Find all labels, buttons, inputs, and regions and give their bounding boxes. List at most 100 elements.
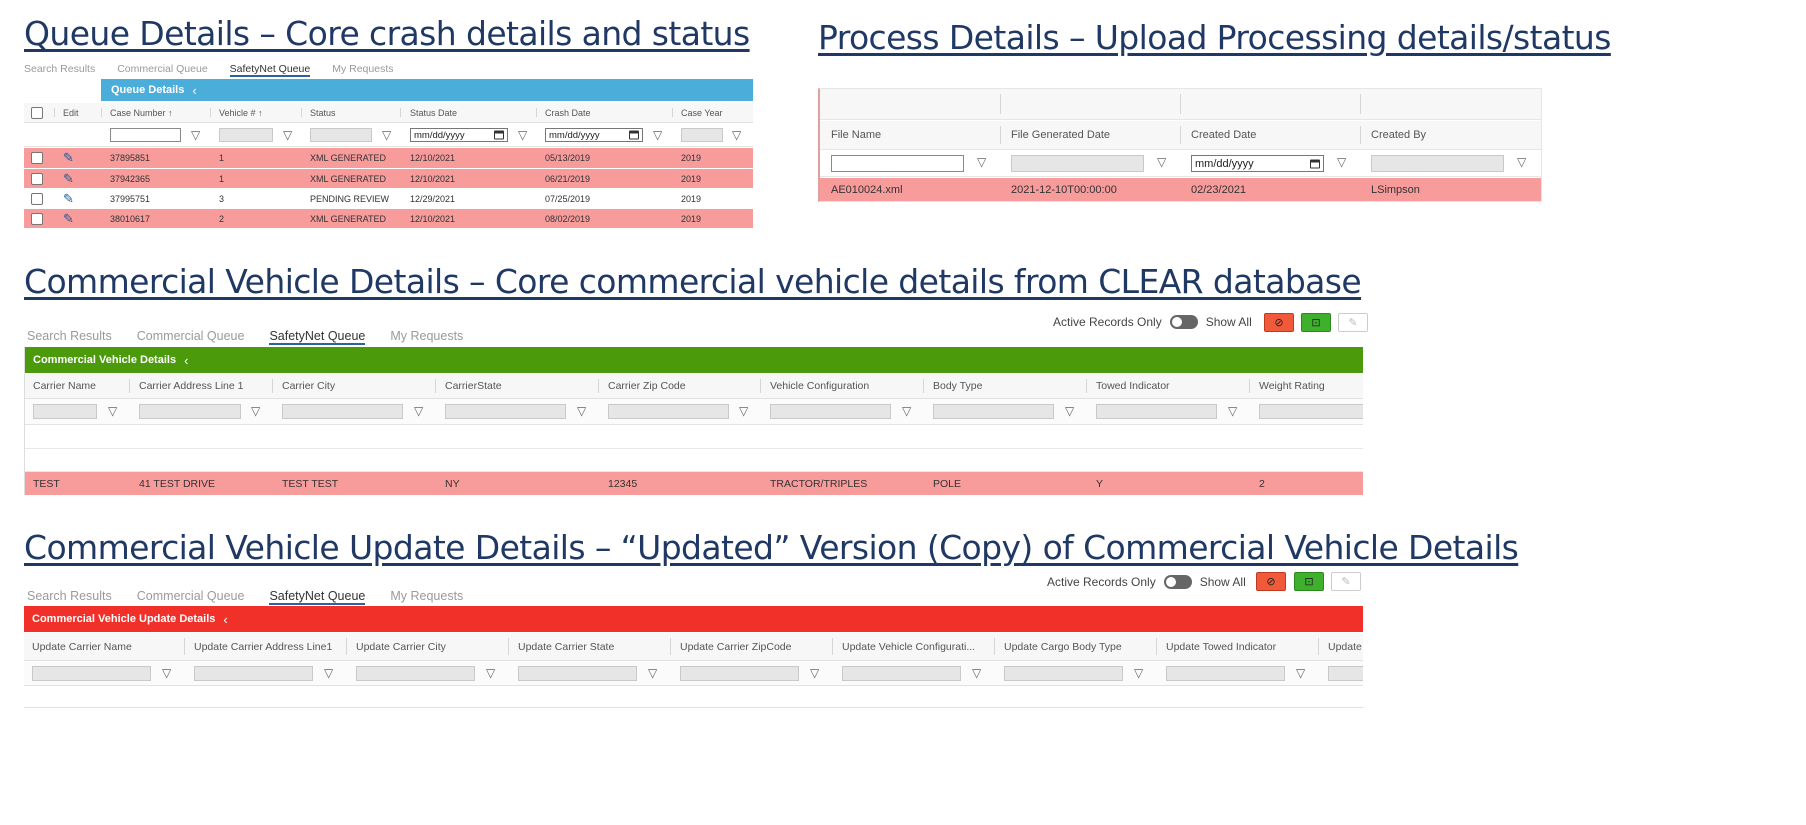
filter-funnel-icon[interactable]: ▽ <box>518 128 527 142</box>
filter-funnel-icon[interactable]: ▽ <box>324 666 333 680</box>
column-header-carrier-city[interactable]: Carrier City <box>282 374 335 398</box>
vehicle-filter-input[interactable] <box>219 128 273 142</box>
chevron-left-icon[interactable]: ‹ <box>184 353 188 368</box>
column-header-update-carrier-city[interactable]: Update Carrier City <box>356 633 446 660</box>
edit-button[interactable]: ✎ <box>1331 572 1361 591</box>
column-header-file-generated-date[interactable]: File Generated Date <box>1011 121 1110 149</box>
row-checkbox[interactable] <box>31 173 43 185</box>
column-header-carrier-name[interactable]: Carrier Name <box>33 374 96 398</box>
tab-commercial-queue[interactable]: Commercial Queue <box>117 63 207 77</box>
column-header-update-towed-indicator[interactable]: Update Towed Indicator <box>1166 633 1276 660</box>
column-header-update-carrier-zip[interactable]: Update Carrier ZipCode <box>680 633 791 660</box>
filter-funnel-icon[interactable]: ▽ <box>1134 666 1143 680</box>
update-towed-indicator-filter-input[interactable] <box>1166 666 1285 681</box>
row-checkbox[interactable] <box>31 213 43 225</box>
file-name-filter-input[interactable] <box>831 155 964 172</box>
filter-funnel-icon[interactable]: ▽ <box>810 666 819 680</box>
calendar-icon[interactable] <box>494 130 504 140</box>
column-header-carrier-address[interactable]: Carrier Address Line 1 <box>139 374 243 398</box>
chevron-left-icon[interactable]: ‹ <box>192 83 196 98</box>
filter-funnel-icon[interactable]: ▽ <box>1337 155 1346 169</box>
update-carrier-state-filter-input[interactable] <box>518 666 637 681</box>
column-header-created-by[interactable]: Created By <box>1371 121 1426 149</box>
case-number-filter-input[interactable] <box>110 128 181 142</box>
filter-funnel-icon[interactable]: ▽ <box>251 404 260 418</box>
column-header-update-carrier-name[interactable]: Update Carrier Name <box>32 633 132 660</box>
tab-search-results[interactable]: Search Results <box>24 63 95 77</box>
filter-funnel-icon[interactable]: ▽ <box>1157 155 1166 169</box>
carrier-name-filter-input[interactable] <box>33 404 97 419</box>
tab-my-requests[interactable]: My Requests <box>332 63 393 77</box>
filter-funnel-icon[interactable]: ▽ <box>902 404 911 418</box>
pencil-edit-icon[interactable]: ✎ <box>63 211 74 227</box>
queue-details-bar[interactable]: Queue Details ‹ <box>101 79 753 101</box>
column-header-update-carrier-address[interactable]: Update Carrier Address Line1 <box>194 633 332 660</box>
tab-commercial-queue[interactable]: Commercial Queue <box>137 329 245 345</box>
table-row[interactable]: ✎ 37895851 1 XML GENERATED 12/10/2021 05… <box>24 148 753 168</box>
tab-my-requests[interactable]: My Requests <box>390 589 463 605</box>
column-header-update-vehicle-configuration[interactable]: Update Vehicle Configurati... <box>842 633 975 660</box>
save-button[interactable]: ⊡ <box>1294 572 1324 591</box>
column-header-update-carrier-state[interactable]: Update Carrier State <box>518 633 614 660</box>
column-header-crash-date[interactable]: Crash Date <box>545 103 591 122</box>
pencil-edit-icon[interactable]: ✎ <box>63 150 74 166</box>
column-header-created-date[interactable]: Created Date <box>1191 121 1256 149</box>
filter-funnel-icon[interactable]: ▽ <box>1296 666 1305 680</box>
select-all-checkbox[interactable] <box>31 107 43 119</box>
filter-funnel-icon[interactable]: ▽ <box>414 404 423 418</box>
update-carrier-address-filter-input[interactable] <box>194 666 313 681</box>
filter-funnel-icon[interactable]: ▽ <box>977 155 986 169</box>
chevron-left-icon[interactable]: ‹ <box>223 612 227 627</box>
column-header-towed-indicator[interactable]: Towed Indicator <box>1096 374 1170 398</box>
column-header-update-weight[interactable]: Update V <box>1328 633 1363 660</box>
carrier-state-filter-input[interactable] <box>445 404 566 419</box>
table-row[interactable]: ✎ 38010617 2 XML GENERATED 12/10/2021 08… <box>24 209 753 228</box>
file-generated-filter-input[interactable] <box>1011 155 1144 172</box>
save-button[interactable]: ⊡ <box>1301 313 1331 332</box>
created-date-filter-input[interactable]: mm/dd/yyyy <box>1191 155 1324 172</box>
column-header-status[interactable]: Status <box>310 103 336 122</box>
filter-funnel-icon[interactable]: ▽ <box>653 128 662 142</box>
filter-funnel-icon[interactable]: ▽ <box>1517 155 1526 169</box>
update-carrier-zip-filter-input[interactable] <box>680 666 799 681</box>
body-type-filter-input[interactable] <box>933 404 1054 419</box>
table-row[interactable]: TEST 41 TEST DRIVE TEST TEST NY 12345 TR… <box>25 472 1363 495</box>
filter-funnel-icon[interactable]: ▽ <box>739 404 748 418</box>
pencil-edit-icon[interactable]: ✎ <box>63 171 74 187</box>
filter-funnel-icon[interactable]: ▽ <box>191 128 200 142</box>
filter-funnel-icon[interactable]: ▽ <box>108 404 117 418</box>
filter-funnel-icon[interactable]: ▽ <box>283 128 292 142</box>
tab-safetynet-queue[interactable]: SafetyNet Queue <box>269 329 366 345</box>
column-header-update-cargo-body-type[interactable]: Update Cargo Body Type <box>1004 633 1122 660</box>
table-row[interactable]: ✎ 37942365 1 XML GENERATED 12/10/2021 06… <box>24 169 753 188</box>
filter-funnel-icon[interactable]: ▽ <box>577 404 586 418</box>
active-records-toggle[interactable] <box>1169 315 1198 329</box>
update-carrier-city-filter-input[interactable] <box>356 666 475 681</box>
column-header-file-name[interactable]: File Name <box>831 121 881 149</box>
active-records-toggle[interactable] <box>1163 575 1192 589</box>
tab-my-requests[interactable]: My Requests <box>390 329 463 345</box>
weight-rating-filter-input[interactable] <box>1259 404 1363 419</box>
column-header-carrier-state[interactable]: CarrierState <box>445 374 502 398</box>
filter-funnel-icon[interactable]: ▽ <box>162 666 171 680</box>
filter-funnel-icon[interactable]: ▽ <box>1228 404 1237 418</box>
pencil-edit-icon[interactable]: ✎ <box>63 191 74 207</box>
filter-funnel-icon[interactable]: ▽ <box>1065 404 1074 418</box>
column-header-weight-rating[interactable]: Weight Rating <box>1259 374 1325 398</box>
column-header-status-date[interactable]: Status Date <box>410 103 457 122</box>
column-header-edit[interactable]: Edit <box>63 103 79 122</box>
tab-commercial-queue[interactable]: Commercial Queue <box>137 589 245 605</box>
towed-indicator-filter-input[interactable] <box>1096 404 1217 419</box>
column-header-vehicle[interactable]: Vehicle # ↑ <box>219 103 263 122</box>
update-cargo-body-type-filter-input[interactable] <box>1004 666 1123 681</box>
filter-funnel-icon[interactable]: ▽ <box>486 666 495 680</box>
cancel-button[interactable]: ⊘ <box>1256 572 1286 591</box>
column-header-carrier-zip[interactable]: Carrier Zip Code <box>608 374 686 398</box>
tab-safetynet-queue[interactable]: SafetyNet Queue <box>229 63 311 77</box>
status-date-filter-input[interactable]: mm/dd/yyyy <box>410 128 508 142</box>
row-checkbox[interactable] <box>31 152 43 164</box>
update-carrier-name-filter-input[interactable] <box>32 666 151 681</box>
created-by-filter-input[interactable] <box>1371 155 1504 172</box>
column-header-vehicle-configuration[interactable]: Vehicle Configuration <box>770 374 869 398</box>
tab-search-results[interactable]: Search Results <box>27 329 112 345</box>
